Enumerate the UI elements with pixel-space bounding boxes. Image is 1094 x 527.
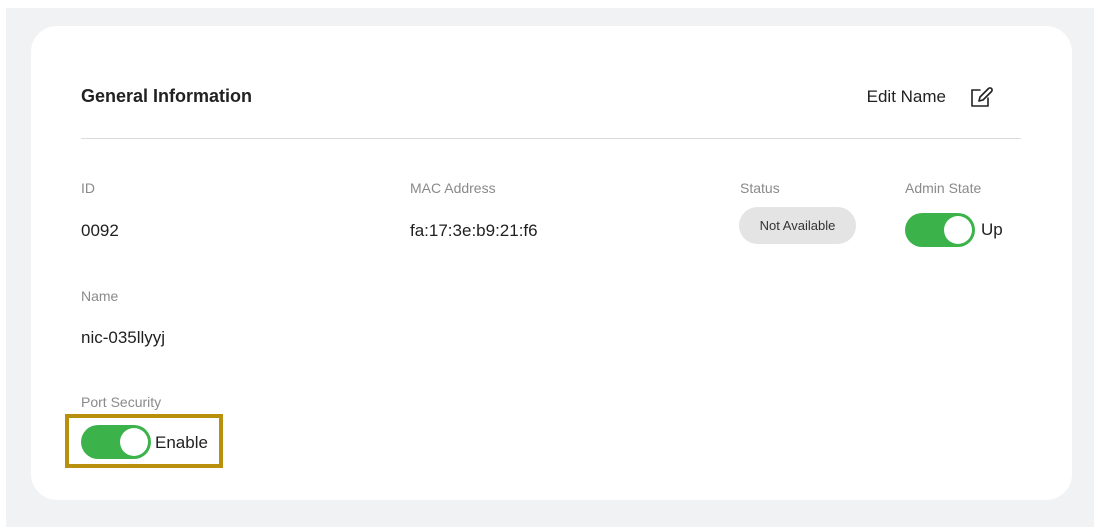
admin-state-label: Admin State xyxy=(905,180,982,196)
edit-name-label: Edit Name xyxy=(866,87,946,106)
pencil-edit-icon[interactable] xyxy=(968,84,994,110)
id-label: ID xyxy=(81,180,95,196)
status-badge: Not Available xyxy=(739,207,856,244)
name-value: nic-035llyyj xyxy=(81,328,166,347)
toggle-knob xyxy=(944,216,972,244)
id-value: 0092 xyxy=(81,221,119,240)
admin-state-toggle[interactable] xyxy=(905,213,975,247)
header-divider xyxy=(81,138,1021,139)
general-information-card: General Information Edit Name ID 0092 MA… xyxy=(31,26,1072,500)
port-security-value: Enable xyxy=(155,433,208,452)
toggle-knob xyxy=(120,428,148,456)
port-security-label: Port Security xyxy=(81,394,162,410)
status-label: Status xyxy=(740,180,780,196)
name-label: Name xyxy=(81,288,119,304)
mac-address-value: fa:17:3e:b9:21:f6 xyxy=(410,221,538,240)
admin-state-value: Up xyxy=(981,220,1003,239)
port-security-toggle[interactable] xyxy=(81,425,151,459)
edit-name-button[interactable]: Edit Name xyxy=(867,84,994,110)
card-title: General Information xyxy=(81,86,253,106)
mac-address-label: MAC Address xyxy=(410,180,496,196)
